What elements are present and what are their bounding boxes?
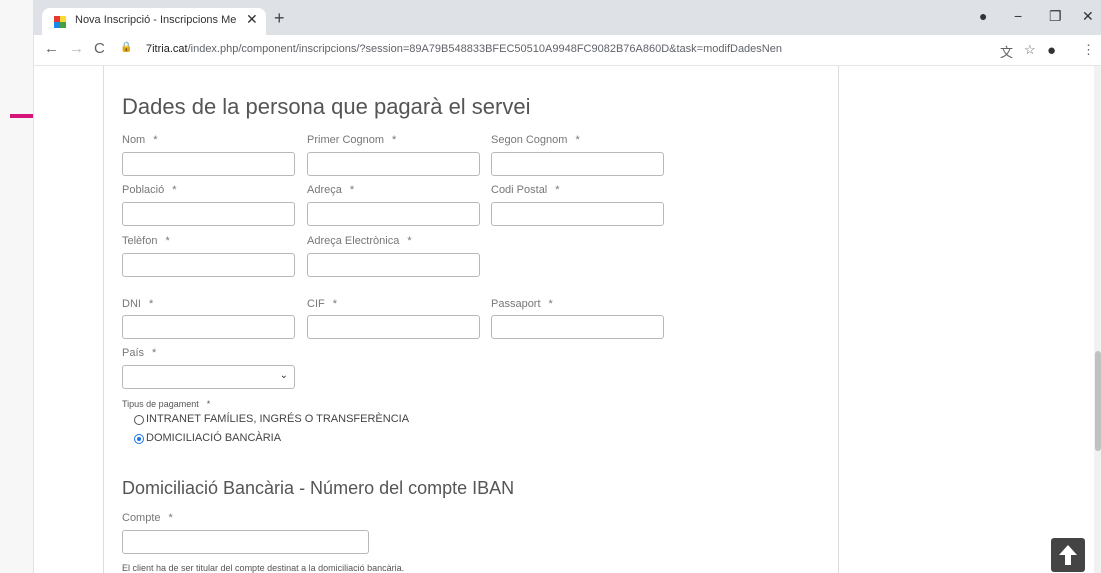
passaport-label: Passaport * xyxy=(491,298,553,310)
titular-note: El client ha de ser titular del compte d… xyxy=(122,563,405,573)
translate-icon[interactable]: 文 xyxy=(1000,42,1013,61)
site-favicon-icon xyxy=(54,16,66,28)
browser-window: Nova Inscripció - Inscripcions Me ✕ + ● … xyxy=(33,0,1101,573)
page-content: Dades de la persona que pagarà el servei… xyxy=(34,66,1101,573)
poblacio-input[interactable] xyxy=(122,202,295,226)
close-window-icon[interactable]: ✕ xyxy=(1082,8,1094,25)
compte-label: Compte * xyxy=(122,512,173,524)
bookmark-star-icon[interactable]: ☆ xyxy=(1024,42,1036,58)
tab-strip: Nova Inscripció - Inscripcions Me ✕ + ● … xyxy=(34,0,1101,35)
url-text: 7itria.cat/index.php/component/inscripci… xyxy=(146,43,782,55)
telefon-label: Telèfon * xyxy=(122,235,170,247)
form-column: Dades de la persona que pagarà el servei… xyxy=(103,66,839,573)
arrow-up-icon xyxy=(1059,545,1077,565)
back-icon[interactable]: ← xyxy=(44,40,59,57)
url-host: 7itria.cat xyxy=(146,43,188,55)
browser-tab[interactable]: Nova Inscripció - Inscripcions Me ✕ xyxy=(42,8,266,35)
adreca-electronica-input[interactable] xyxy=(307,253,480,277)
compte-input[interactable] xyxy=(122,530,369,554)
tipus-pagament-label: Tipus de pagament * xyxy=(122,399,211,409)
menu-kebab-icon[interactable]: ⋮ xyxy=(1082,42,1095,58)
reload-icon[interactable]: C xyxy=(94,40,105,57)
restore-icon[interactable]: ❐ xyxy=(1049,8,1062,25)
primer-cognom-input[interactable] xyxy=(307,152,480,176)
pais-label: País * xyxy=(122,347,157,359)
payment-option-domiciliacio-label: DOMICILIACIÓ BANCÀRIA xyxy=(146,432,282,444)
tab-close-icon[interactable]: ✕ xyxy=(246,11,258,28)
forward-icon[interactable]: → xyxy=(69,40,84,57)
adreca-electronica-label: Adreça Electrònica * xyxy=(307,235,412,247)
bank-heading: Domiciliació Bancària - Número del compt… xyxy=(122,478,515,498)
segon-cognom-label: Segon Cognom * xyxy=(491,134,580,146)
passaport-input[interactable] xyxy=(491,315,664,339)
primer-cognom-label: Primer Cognom * xyxy=(307,134,397,146)
lock-icon: 🔒 xyxy=(120,42,133,53)
dni-label: DNI * xyxy=(122,298,154,310)
chevron-down-icon: ⌄ xyxy=(279,370,288,381)
account-circle-icon[interactable]: ● xyxy=(979,8,987,24)
page-scrollbar[interactable] xyxy=(1094,66,1101,573)
cif-label: CIF * xyxy=(307,298,338,310)
address-bar[interactable]: 🔒 7itria.cat/index.php/component/inscrip… xyxy=(114,38,1044,62)
profile-icon[interactable]: ● xyxy=(1047,42,1056,59)
payer-heading: Dades de la persona que pagarà el servei xyxy=(122,94,531,119)
cif-input[interactable] xyxy=(307,315,480,339)
nom-label: Nom * xyxy=(122,134,158,146)
scrollbar-thumb[interactable] xyxy=(1095,351,1101,451)
pais-select[interactable]: ⌄ xyxy=(122,365,295,389)
browser-toolbar: ← → C 🔒 7itria.cat/index.php/component/i… xyxy=(34,35,1101,66)
url-path: /index.php/component/inscripcions/?sessi… xyxy=(187,43,782,55)
payment-radio-intranet[interactable] xyxy=(134,415,144,425)
payment-radio-domiciliacio[interactable] xyxy=(134,434,144,444)
segon-cognom-input[interactable] xyxy=(491,152,664,176)
codi-postal-input[interactable] xyxy=(491,202,664,226)
scroll-to-top-button[interactable] xyxy=(1051,538,1085,572)
dni-input[interactable] xyxy=(122,315,295,339)
nom-input[interactable] xyxy=(122,152,295,176)
poblacio-label: Població * xyxy=(122,184,177,196)
adreca-label: Adreça * xyxy=(307,184,355,196)
tab-title: Nova Inscripció - Inscripcions Me xyxy=(75,14,237,26)
codi-postal-label: Codi Postal * xyxy=(491,184,560,196)
new-tab-icon[interactable]: + xyxy=(274,9,285,27)
adreca-input[interactable] xyxy=(307,202,480,226)
telefon-input[interactable] xyxy=(122,253,295,277)
minimize-icon[interactable]: − xyxy=(1014,8,1022,24)
payment-option-intranet-label: INTRANET FAMÍLIES, INGRÉS O TRANSFERÈNCI… xyxy=(146,413,410,425)
